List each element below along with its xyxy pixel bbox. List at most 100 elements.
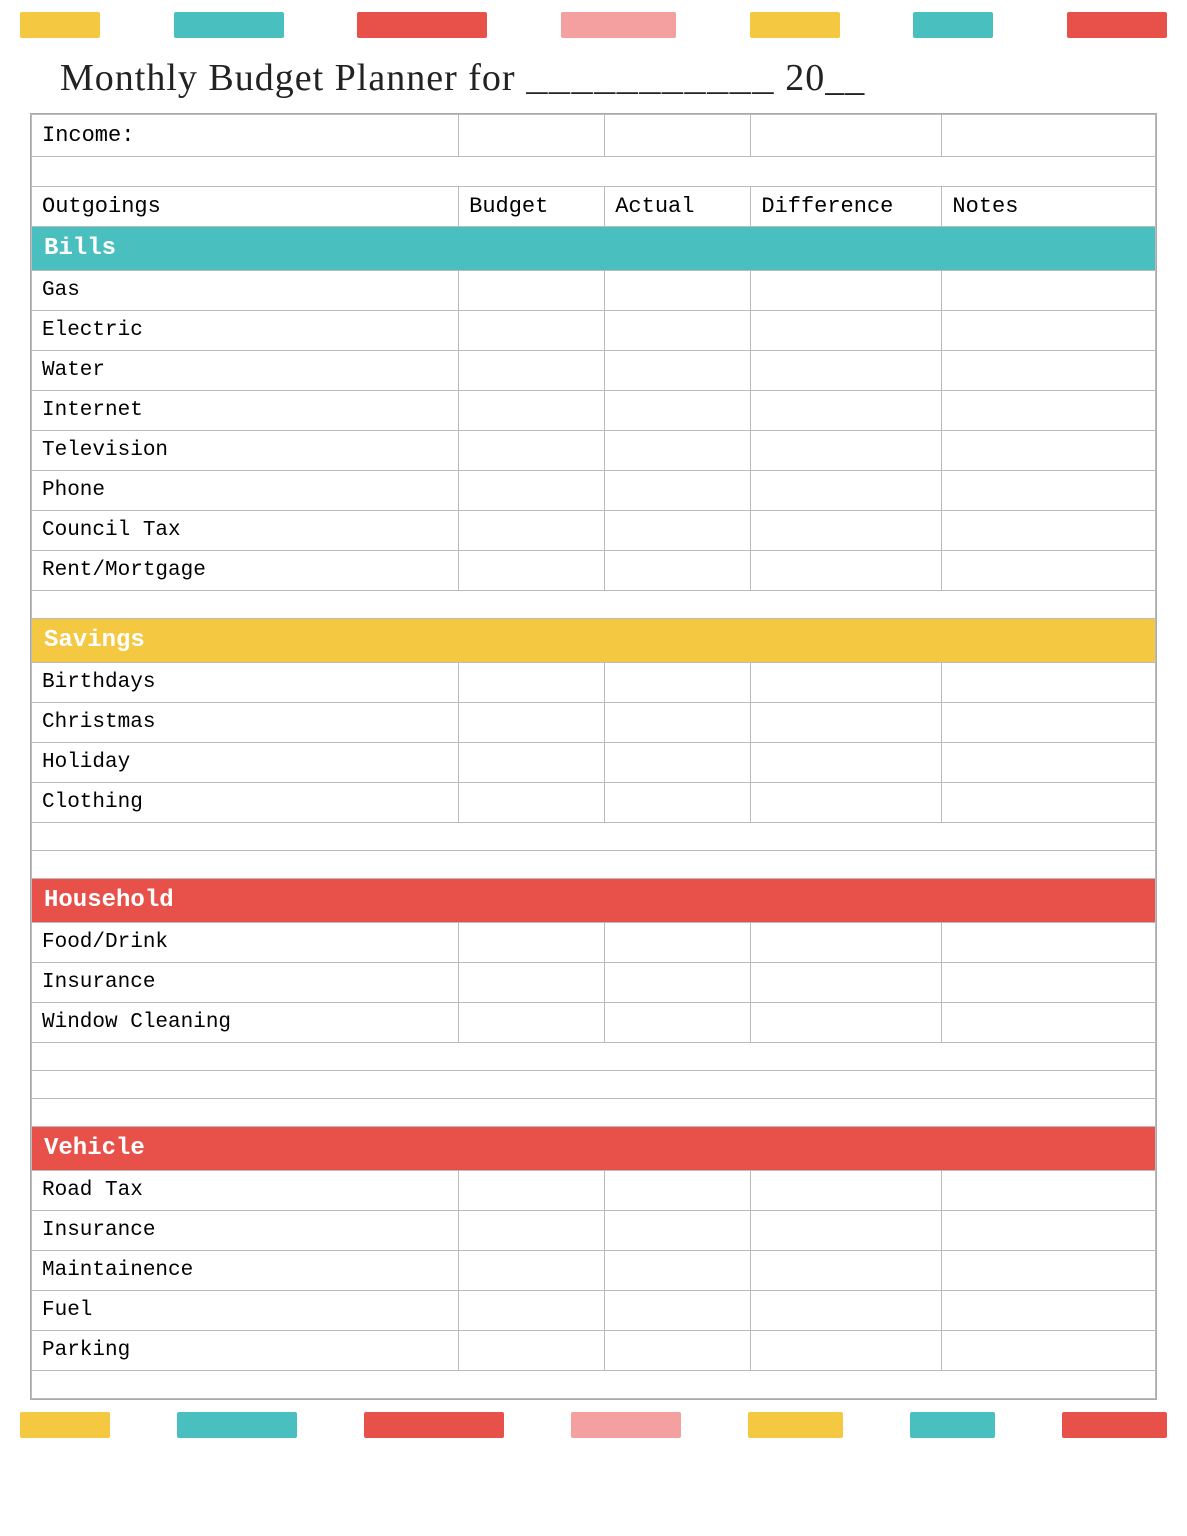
col-header-difference: Difference xyxy=(751,187,942,227)
deco-yellow-2 xyxy=(750,12,840,38)
label-insurance-household: Insurance xyxy=(32,963,459,1003)
diff-council-tax xyxy=(751,511,942,551)
actual-television xyxy=(605,431,751,471)
budget-maintainence xyxy=(459,1251,605,1291)
bottom-deco-teal-2 xyxy=(910,1412,995,1438)
row-rent-mortgage: Rent/Mortgage xyxy=(32,551,1156,591)
row-insurance-vehicle: Insurance xyxy=(32,1211,1156,1251)
label-holiday: Holiday xyxy=(32,743,459,783)
actual-window-cleaning xyxy=(605,1003,751,1043)
diff-insurance-vehicle xyxy=(751,1211,942,1251)
col-header-budget: Budget xyxy=(459,187,605,227)
row-road-tax: Road Tax xyxy=(32,1171,1156,1211)
income-budget-cell xyxy=(459,115,605,157)
budget-gas xyxy=(459,271,605,311)
actual-parking xyxy=(605,1331,751,1371)
spacer-after-vehicle xyxy=(32,1371,1156,1399)
row-television: Television xyxy=(32,431,1156,471)
actual-internet xyxy=(605,391,751,431)
notes-phone xyxy=(942,471,1156,511)
deco-teal-2 xyxy=(913,12,993,38)
notes-holiday xyxy=(942,743,1156,783)
diff-gas xyxy=(751,271,942,311)
actual-phone xyxy=(605,471,751,511)
spacer-after-income xyxy=(32,157,1156,187)
diff-electric xyxy=(751,311,942,351)
budget-electric xyxy=(459,311,605,351)
diff-food-drink xyxy=(751,923,942,963)
notes-rent-mortgage xyxy=(942,551,1156,591)
spacer-2-after-savings xyxy=(32,851,1156,879)
income-notes-cell xyxy=(942,115,1156,157)
bottom-decoration-bar xyxy=(0,1400,1187,1450)
label-phone: Phone xyxy=(32,471,459,511)
notes-birthdays xyxy=(942,663,1156,703)
section-vehicle-header: Vehicle xyxy=(32,1127,1156,1171)
notes-christmas xyxy=(942,703,1156,743)
diff-rent-mortgage xyxy=(751,551,942,591)
notes-insurance-household xyxy=(942,963,1156,1003)
actual-insurance-vehicle xyxy=(605,1211,751,1251)
label-food-drink: Food/Drink xyxy=(32,923,459,963)
row-water: Water xyxy=(32,351,1156,391)
diff-fuel xyxy=(751,1291,942,1331)
actual-road-tax xyxy=(605,1171,751,1211)
diff-water xyxy=(751,351,942,391)
budget-road-tax xyxy=(459,1171,605,1211)
col-header-actual: Actual xyxy=(605,187,751,227)
income-diff-cell xyxy=(751,115,942,157)
section-savings-label: Savings xyxy=(32,619,1156,663)
notes-gas xyxy=(942,271,1156,311)
top-decoration-bar xyxy=(0,0,1187,38)
budget-holiday xyxy=(459,743,605,783)
actual-maintainence xyxy=(605,1251,751,1291)
deco-red-2 xyxy=(1067,12,1167,38)
budget-council-tax xyxy=(459,511,605,551)
row-holiday: Holiday xyxy=(32,743,1156,783)
budget-birthdays xyxy=(459,663,605,703)
actual-christmas xyxy=(605,703,751,743)
row-fuel: Fuel xyxy=(32,1291,1156,1331)
label-gas: Gas xyxy=(32,271,459,311)
budget-christmas xyxy=(459,703,605,743)
actual-council-tax xyxy=(605,511,751,551)
budget-clothing xyxy=(459,783,605,823)
row-insurance-household: Insurance xyxy=(32,963,1156,1003)
row-council-tax: Council Tax xyxy=(32,511,1156,551)
label-christmas: Christmas xyxy=(32,703,459,743)
section-household-label: Household xyxy=(32,879,1156,923)
row-maintainence: Maintainence xyxy=(32,1251,1156,1291)
notes-fuel xyxy=(942,1291,1156,1331)
income-actual-cell xyxy=(605,115,751,157)
row-gas: Gas xyxy=(32,271,1156,311)
actual-birthdays xyxy=(605,663,751,703)
deco-teal-1 xyxy=(174,12,284,38)
bottom-deco-yellow-1 xyxy=(20,1412,110,1438)
col-header-notes: Notes xyxy=(942,187,1156,227)
notes-clothing xyxy=(942,783,1156,823)
section-bills-label: Bills xyxy=(32,227,1156,271)
diff-clothing xyxy=(751,783,942,823)
notes-council-tax xyxy=(942,511,1156,551)
budget-phone xyxy=(459,471,605,511)
budget-internet xyxy=(459,391,605,431)
spacer-3-after-household xyxy=(32,1099,1156,1127)
spacer-1-after-household xyxy=(32,1043,1156,1071)
budget-food-drink xyxy=(459,923,605,963)
notes-window-cleaning xyxy=(942,1003,1156,1043)
col-header-outgoings: Outgoings xyxy=(32,187,459,227)
spacer-2-after-household xyxy=(32,1071,1156,1099)
notes-internet xyxy=(942,391,1156,431)
notes-water xyxy=(942,351,1156,391)
row-christmas: Christmas xyxy=(32,703,1156,743)
column-header-row: Outgoings Budget Actual Difference Notes xyxy=(32,187,1156,227)
budget-insurance-vehicle xyxy=(459,1211,605,1251)
diff-maintainence xyxy=(751,1251,942,1291)
budget-table: Income: Outgoings Budget Actual Differen… xyxy=(31,114,1156,1399)
row-phone: Phone xyxy=(32,471,1156,511)
diff-window-cleaning xyxy=(751,1003,942,1043)
actual-electric xyxy=(605,311,751,351)
row-food-drink: Food/Drink xyxy=(32,923,1156,963)
section-bills-header: Bills xyxy=(32,227,1156,271)
label-internet: Internet xyxy=(32,391,459,431)
